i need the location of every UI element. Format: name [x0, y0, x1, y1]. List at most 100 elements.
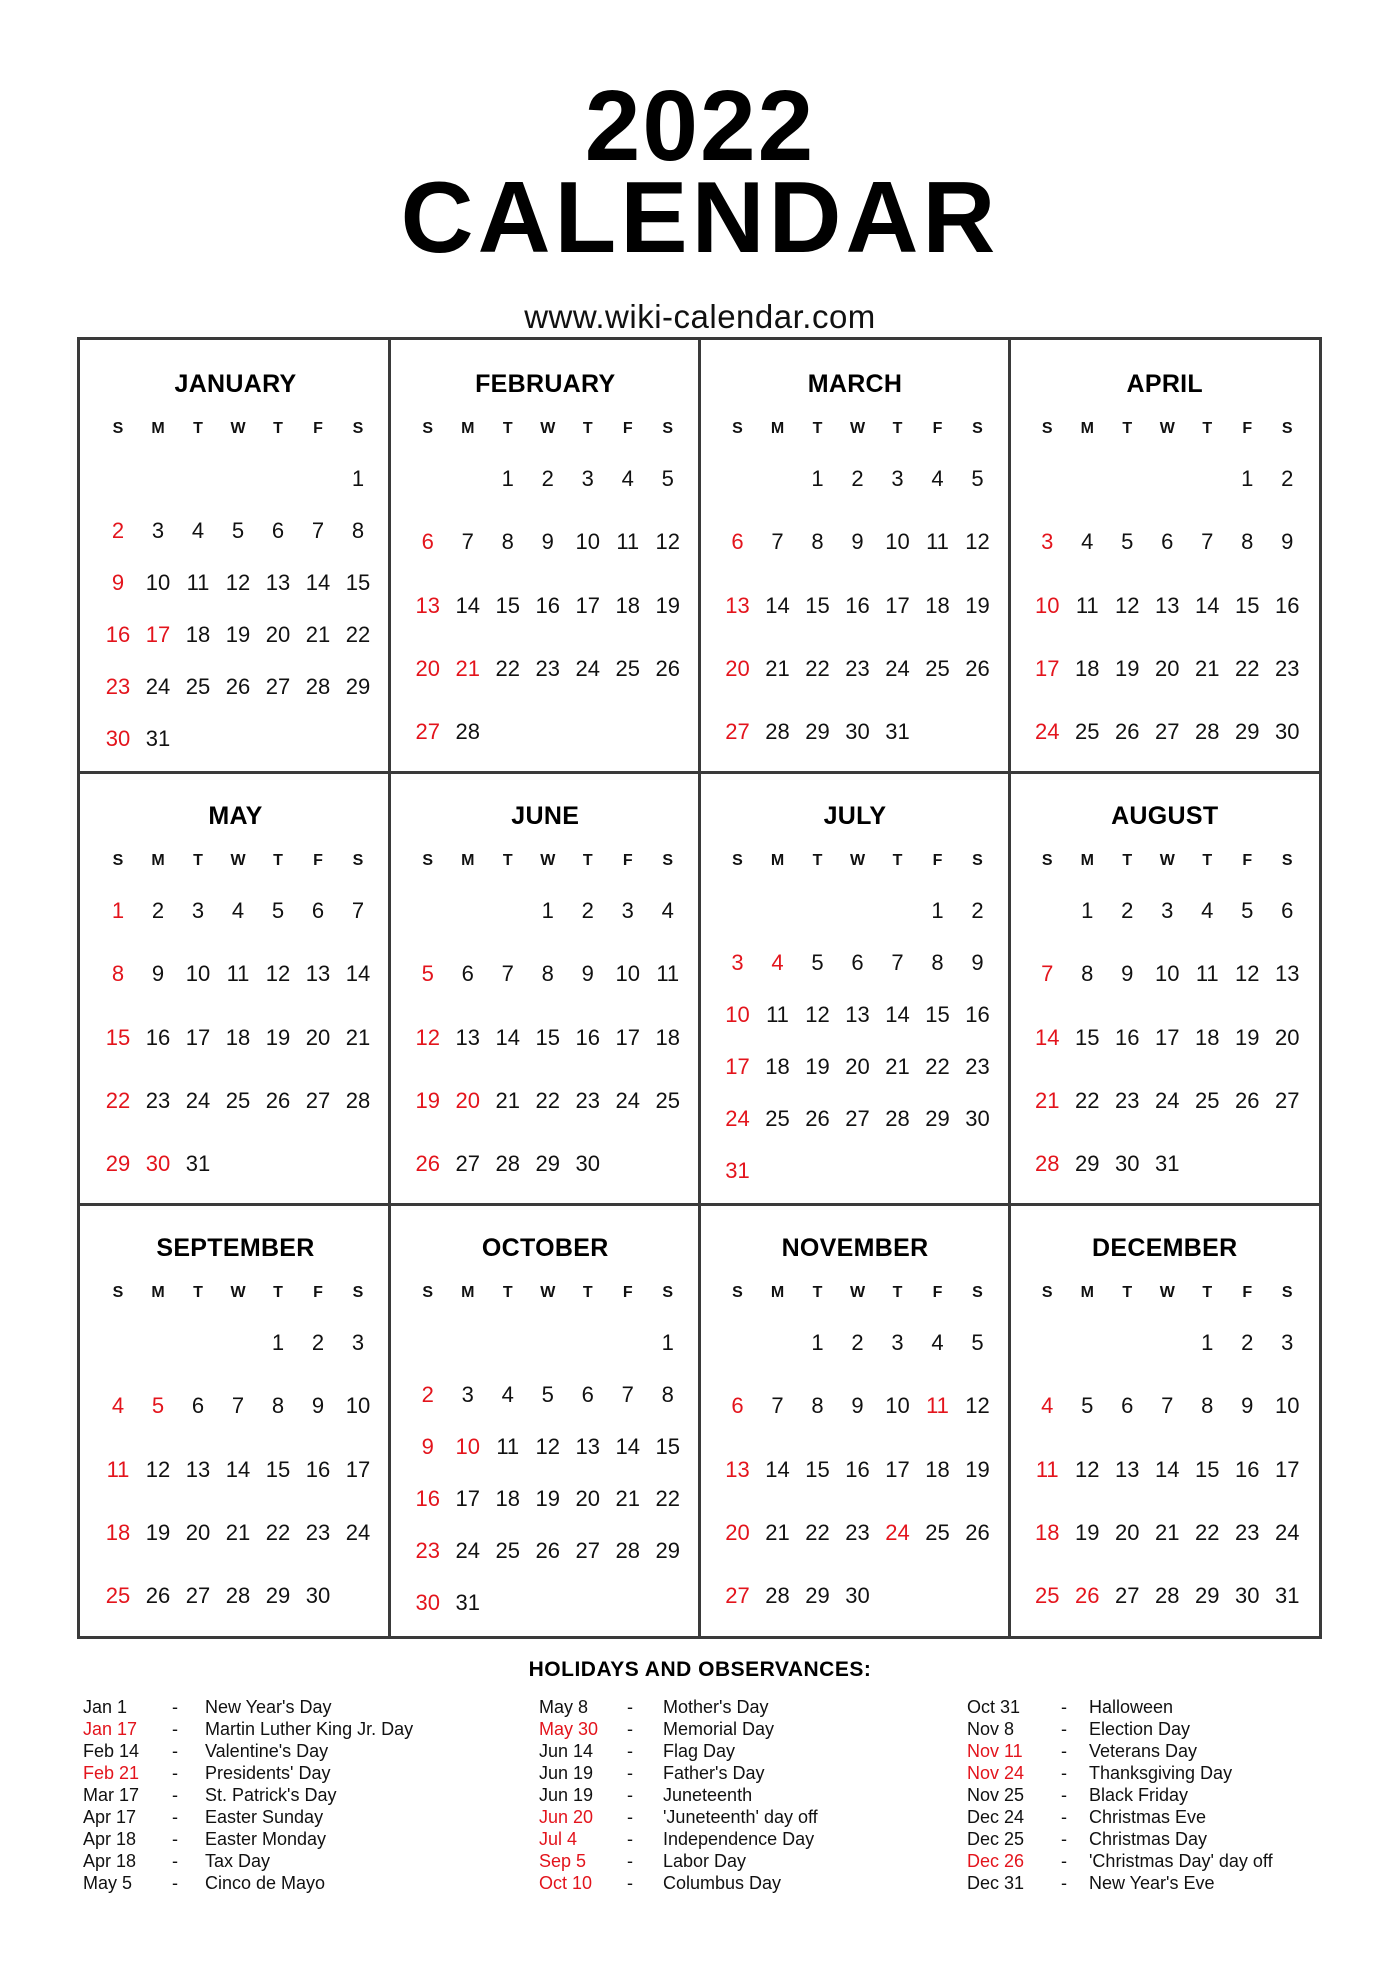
weekday-header: S — [662, 420, 674, 437]
day-cell: 21 — [305, 622, 331, 647]
holiday-name: Labor Day — [663, 1851, 747, 1871]
day-cell: 4 — [1201, 898, 1214, 923]
weekday-header: T — [193, 852, 203, 869]
month-june: JUNE S M T W T F S 1 2 3 4 5 6 7 8 9 10 11 12 13 14 15 16 17 18 19… — [390, 772, 701, 1206]
day-cell: 28 — [765, 719, 790, 744]
day-cell: 28 — [765, 1583, 790, 1608]
day-cell: 22 — [535, 1087, 560, 1113]
holiday-separator: - — [1061, 1719, 1067, 1739]
day-cell: 13 — [185, 1456, 211, 1482]
month-name: AUGUST — [1111, 802, 1219, 830]
day-cell-holiday: 30 — [415, 1590, 440, 1615]
day-cell: 24 — [1275, 1519, 1300, 1545]
day-cell: 14 — [885, 1002, 910, 1027]
day-cell: 19 — [535, 1486, 560, 1511]
holiday-date: Nov 24 — [967, 1763, 1025, 1783]
weekday-header: T — [582, 852, 593, 869]
day-cell: 4 — [231, 898, 245, 923]
day-cell: 30 — [1115, 1151, 1140, 1176]
day-cell: 6 — [1121, 1393, 1134, 1419]
day-cell-holiday: 6 — [731, 529, 744, 555]
day-cell: 22 — [805, 1519, 830, 1545]
day-cell: 16 — [965, 1002, 990, 1027]
holiday-date: Feb 14 — [83, 1741, 140, 1761]
day-cell: 17 — [615, 1024, 640, 1050]
weekday-header: T — [892, 1284, 903, 1301]
day-cell: 4 — [661, 898, 674, 923]
day-cell: 1 — [271, 1330, 285, 1355]
weekday-header: M — [151, 420, 165, 437]
day-cell: 8 — [1241, 529, 1254, 555]
day-cell: 4 — [191, 518, 205, 543]
day-cell: 23 — [1115, 1087, 1140, 1113]
day-cell: 19 — [1075, 1519, 1100, 1545]
day-cell: 4 — [621, 466, 634, 491]
weekday-header: S — [662, 852, 674, 869]
day-cell: 22 — [1075, 1087, 1100, 1113]
holiday-separator: - — [1061, 1785, 1067, 1805]
day-cell: 30 — [575, 1151, 600, 1176]
day-cell-holiday: 17 — [725, 1054, 750, 1079]
holiday-name: Columbus Day — [663, 1873, 782, 1893]
day-cell: 30 — [845, 1583, 870, 1608]
day-cell: 10 — [185, 961, 211, 987]
month-august: AUGUST S M T W T F S 1 2 3 4 5 6 7 8 9 10 11 12 13 14 15 16 17 18… — [1009, 772, 1320, 1206]
month-name: JANUARY — [174, 370, 297, 398]
weekday-header: T — [1202, 852, 1213, 869]
day-cell: 27 — [1115, 1583, 1140, 1608]
day-cell-holiday: 28 — [1035, 1151, 1060, 1176]
day-cell: 25 — [225, 1087, 251, 1113]
weekday-header: F — [932, 420, 943, 437]
weekday-header: F — [622, 852, 633, 869]
day-cell: 28 — [1155, 1583, 1180, 1608]
weekday-header: T — [273, 420, 283, 437]
day-cell-holiday: 11 — [1035, 1456, 1059, 1482]
day-cell: 1 — [661, 1330, 674, 1355]
day-cell: 18 — [925, 592, 950, 618]
day-cell: 11 — [1195, 961, 1219, 987]
weekday-header: S — [112, 852, 124, 869]
day-cell: 8 — [351, 518, 365, 543]
day-cell-holiday: 21 — [455, 655, 480, 681]
day-cell: 11 — [1075, 592, 1099, 618]
day-cell: 29 — [345, 674, 371, 699]
weekday-header: S — [972, 420, 983, 437]
weekday-header: T — [582, 1284, 593, 1301]
holiday-date: Dec 25 — [967, 1829, 1025, 1849]
weekday-header: T — [582, 420, 593, 437]
day-cell: 12 — [265, 961, 291, 987]
day-cell: 10 — [1275, 1393, 1300, 1419]
weekday-header: M — [461, 852, 475, 869]
day-cell: 18 — [765, 1054, 790, 1079]
holiday-date: Jun 20 — [539, 1807, 594, 1827]
day-cell: 21 — [765, 655, 790, 681]
weekday-header: T — [502, 852, 513, 869]
day-cell: 26 — [805, 1106, 830, 1131]
day-cell: 24 — [345, 1519, 371, 1545]
day-cell: 1 — [541, 898, 554, 923]
day-cell: 24 — [885, 655, 910, 681]
holiday-name: Tax Day — [205, 1851, 271, 1871]
day-cell: 29 — [1235, 719, 1260, 744]
weekday-header: M — [461, 1284, 475, 1301]
day-cell: 24 — [185, 1087, 211, 1113]
day-cell: 18 — [185, 622, 211, 647]
day-cell: 27 — [1155, 719, 1180, 744]
holiday-date: Nov 11 — [967, 1741, 1023, 1761]
day-cell: 5 — [1241, 898, 1254, 923]
weekday-header: M — [770, 1284, 785, 1301]
day-cell: 25 — [655, 1087, 680, 1113]
holiday-name: Christmas Eve — [1089, 1807, 1207, 1827]
day-cell: 26 — [965, 1519, 990, 1545]
weekday-header: S — [112, 1284, 124, 1301]
holiday-date: Jun 14 — [539, 1741, 594, 1761]
day-cell: 7 — [461, 529, 474, 555]
weekday-header: T — [812, 1284, 823, 1301]
day-cell: 3 — [351, 1330, 365, 1355]
weekday-header: T — [892, 420, 903, 437]
day-cell: 11 — [186, 570, 210, 595]
day-cell: 7 — [501, 961, 514, 987]
holiday-name: Mother's Day — [663, 1697, 769, 1717]
day-cell: 14 — [495, 1024, 520, 1050]
weekday-header: F — [622, 420, 633, 437]
